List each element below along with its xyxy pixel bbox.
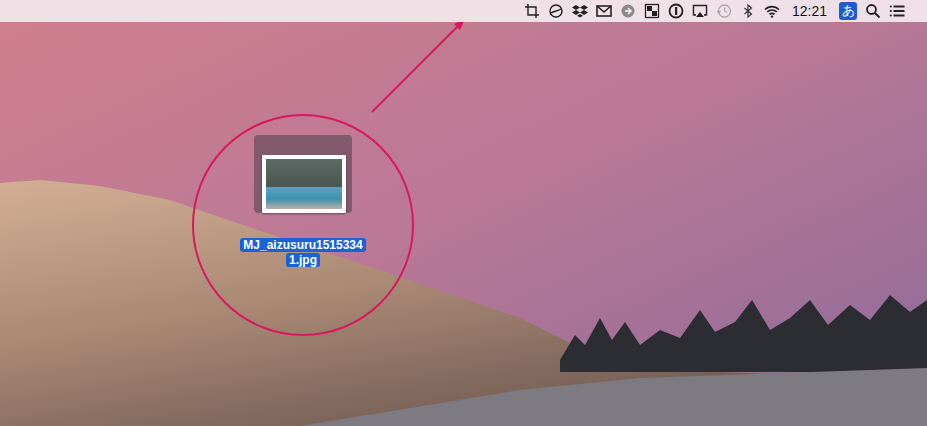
list-icon[interactable]	[889, 3, 905, 19]
upload-icon[interactable]	[620, 3, 636, 19]
input-method[interactable]: あ	[839, 2, 857, 20]
wallpaper	[0, 0, 927, 426]
menu-clock[interactable]: 12:21	[788, 0, 831, 22]
annotation	[0, 0, 927, 426]
grid-icon[interactable]	[644, 3, 660, 19]
airplay-icon[interactable]	[692, 3, 708, 19]
search-icon[interactable]	[865, 3, 881, 19]
dropbox-icon[interactable]	[572, 3, 588, 19]
file-name-text[interactable]: MJ_aizusuru1515334	[240, 238, 365, 252]
password-icon[interactable]	[668, 3, 684, 19]
crop-icon[interactable]	[524, 3, 540, 19]
file-name-label[interactable]: MJ_aizusuru15153341.jpg	[216, 238, 390, 268]
bluetooth-icon[interactable]	[740, 3, 756, 19]
photo-thumbnail[interactable]	[262, 155, 346, 213]
wifi-icon[interactable]	[764, 3, 780, 19]
mail-icon[interactable]	[596, 3, 612, 19]
file-name-line[interactable]: 1.jpg	[216, 253, 390, 268]
menu-bar: 12:21 あ	[0, 0, 927, 22]
sync-icon[interactable]	[548, 3, 564, 19]
pointer-arrow	[372, 24, 460, 112]
time-machine-icon[interactable]	[716, 3, 732, 19]
desktop-screen: 12:21 あ MJ_aizusuru15153341.jpg	[0, 0, 927, 426]
file-name-line[interactable]: MJ_aizusuru1515334	[216, 238, 390, 253]
file-name-text[interactable]: 1.jpg	[286, 253, 320, 267]
highlight-circle	[193, 115, 413, 335]
